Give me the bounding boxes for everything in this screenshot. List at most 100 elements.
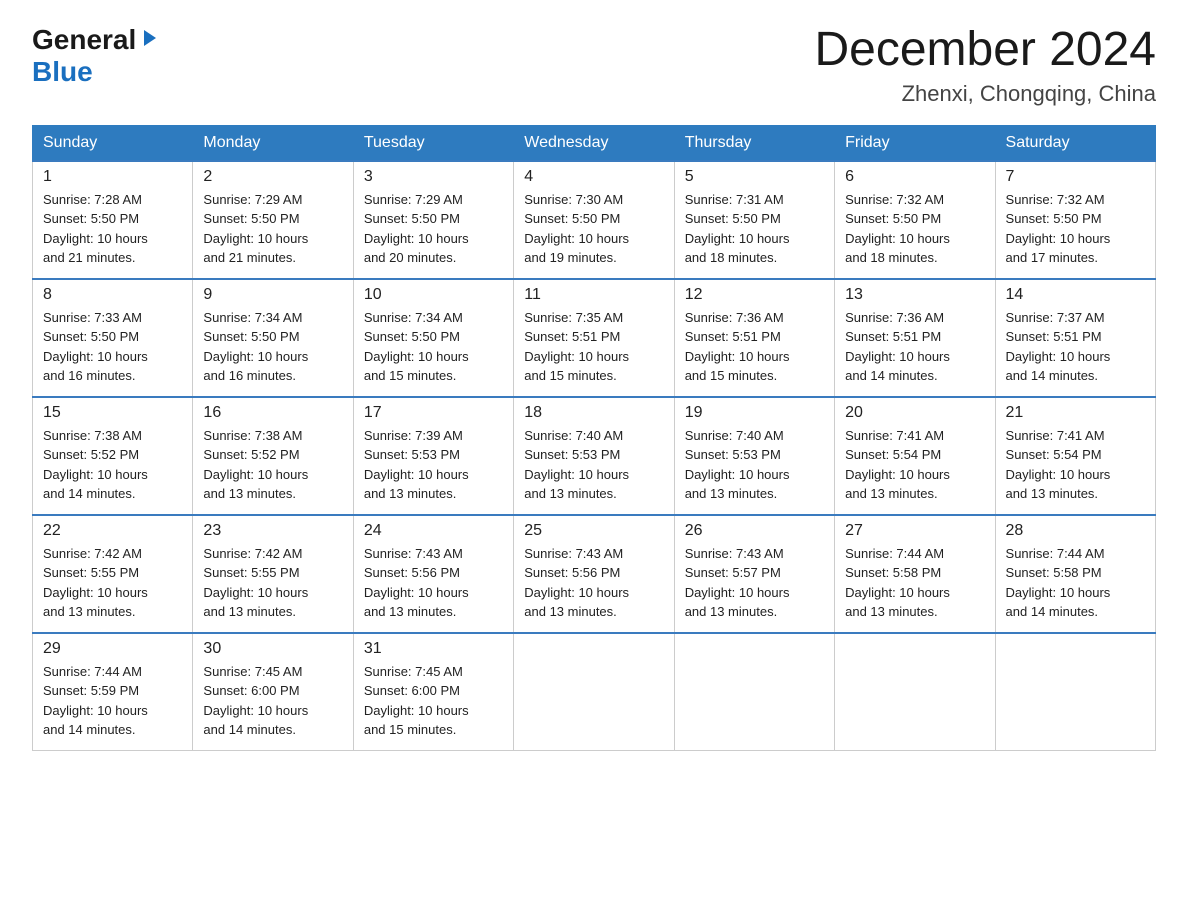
calendar-cell: 31 Sunrise: 7:45 AM Sunset: 6:00 PM Dayl…: [353, 633, 513, 751]
day-number: 31: [364, 640, 503, 658]
logo: General Blue: [32, 24, 160, 88]
calendar-cell: [674, 633, 834, 751]
day-number: 9: [203, 286, 342, 304]
day-number: 17: [364, 404, 503, 422]
day-number: 27: [845, 522, 984, 540]
day-info: Sunrise: 7:35 AM Sunset: 5:51 PM Dayligh…: [524, 308, 663, 386]
calendar-cell: 23 Sunrise: 7:42 AM Sunset: 5:55 PM Dayl…: [193, 515, 353, 633]
page-header: General Blue December 2024 Zhenxi, Chong…: [32, 24, 1156, 107]
day-info: Sunrise: 7:40 AM Sunset: 5:53 PM Dayligh…: [685, 426, 824, 504]
day-number: 23: [203, 522, 342, 540]
calendar-week-row: 29 Sunrise: 7:44 AM Sunset: 5:59 PM Dayl…: [33, 633, 1156, 751]
calendar-cell: 26 Sunrise: 7:43 AM Sunset: 5:57 PM Dayl…: [674, 515, 834, 633]
calendar-cell: 10 Sunrise: 7:34 AM Sunset: 5:50 PM Dayl…: [353, 279, 513, 397]
day-info: Sunrise: 7:32 AM Sunset: 5:50 PM Dayligh…: [845, 190, 984, 268]
calendar-cell: 15 Sunrise: 7:38 AM Sunset: 5:52 PM Dayl…: [33, 397, 193, 515]
day-number: 10: [364, 286, 503, 304]
calendar-week-row: 8 Sunrise: 7:33 AM Sunset: 5:50 PM Dayli…: [33, 279, 1156, 397]
calendar-cell: [995, 633, 1155, 751]
logo-general-text: General: [32, 24, 136, 56]
logo-blue-text: Blue: [32, 56, 93, 87]
day-of-week-tuesday: Tuesday: [353, 125, 513, 161]
day-info: Sunrise: 7:43 AM Sunset: 5:56 PM Dayligh…: [364, 544, 503, 622]
logo-arrow-icon: [140, 28, 160, 53]
day-info: Sunrise: 7:44 AM Sunset: 5:59 PM Dayligh…: [43, 662, 182, 740]
day-info: Sunrise: 7:44 AM Sunset: 5:58 PM Dayligh…: [1006, 544, 1145, 622]
day-number: 2: [203, 168, 342, 186]
day-of-week-thursday: Thursday: [674, 125, 834, 161]
day-of-week-friday: Friday: [835, 125, 995, 161]
calendar-week-row: 22 Sunrise: 7:42 AM Sunset: 5:55 PM Dayl…: [33, 515, 1156, 633]
calendar-cell: 27 Sunrise: 7:44 AM Sunset: 5:58 PM Dayl…: [835, 515, 995, 633]
day-info: Sunrise: 7:39 AM Sunset: 5:53 PM Dayligh…: [364, 426, 503, 504]
day-of-week-wednesday: Wednesday: [514, 125, 674, 161]
day-info: Sunrise: 7:43 AM Sunset: 5:57 PM Dayligh…: [685, 544, 824, 622]
calendar-cell: 13 Sunrise: 7:36 AM Sunset: 5:51 PM Dayl…: [835, 279, 995, 397]
day-info: Sunrise: 7:38 AM Sunset: 5:52 PM Dayligh…: [203, 426, 342, 504]
calendar-cell: 17 Sunrise: 7:39 AM Sunset: 5:53 PM Dayl…: [353, 397, 513, 515]
title-block: December 2024 Zhenxi, Chongqing, China: [814, 24, 1156, 107]
day-info: Sunrise: 7:43 AM Sunset: 5:56 PM Dayligh…: [524, 544, 663, 622]
calendar-cell: 30 Sunrise: 7:45 AM Sunset: 6:00 PM Dayl…: [193, 633, 353, 751]
day-info: Sunrise: 7:36 AM Sunset: 5:51 PM Dayligh…: [845, 308, 984, 386]
location: Zhenxi, Chongqing, China: [814, 81, 1156, 107]
day-number: 11: [524, 286, 663, 304]
calendar-cell: 11 Sunrise: 7:35 AM Sunset: 5:51 PM Dayl…: [514, 279, 674, 397]
day-of-week-sunday: Sunday: [33, 125, 193, 161]
day-info: Sunrise: 7:42 AM Sunset: 5:55 PM Dayligh…: [43, 544, 182, 622]
day-number: 28: [1006, 522, 1145, 540]
day-info: Sunrise: 7:34 AM Sunset: 5:50 PM Dayligh…: [364, 308, 503, 386]
day-info: Sunrise: 7:32 AM Sunset: 5:50 PM Dayligh…: [1006, 190, 1145, 268]
calendar-week-row: 15 Sunrise: 7:38 AM Sunset: 5:52 PM Dayl…: [33, 397, 1156, 515]
month-title: December 2024: [814, 24, 1156, 77]
calendar-cell: 28 Sunrise: 7:44 AM Sunset: 5:58 PM Dayl…: [995, 515, 1155, 633]
day-info: Sunrise: 7:31 AM Sunset: 5:50 PM Dayligh…: [685, 190, 824, 268]
day-number: 20: [845, 404, 984, 422]
calendar-cell: 19 Sunrise: 7:40 AM Sunset: 5:53 PM Dayl…: [674, 397, 834, 515]
calendar-week-row: 1 Sunrise: 7:28 AM Sunset: 5:50 PM Dayli…: [33, 161, 1156, 279]
calendar-cell: 24 Sunrise: 7:43 AM Sunset: 5:56 PM Dayl…: [353, 515, 513, 633]
day-info: Sunrise: 7:29 AM Sunset: 5:50 PM Dayligh…: [203, 190, 342, 268]
day-number: 22: [43, 522, 182, 540]
day-number: 13: [845, 286, 984, 304]
calendar-cell: 5 Sunrise: 7:31 AM Sunset: 5:50 PM Dayli…: [674, 161, 834, 279]
day-info: Sunrise: 7:40 AM Sunset: 5:53 PM Dayligh…: [524, 426, 663, 504]
day-number: 18: [524, 404, 663, 422]
day-number: 26: [685, 522, 824, 540]
day-info: Sunrise: 7:36 AM Sunset: 5:51 PM Dayligh…: [685, 308, 824, 386]
calendar-cell: 21 Sunrise: 7:41 AM Sunset: 5:54 PM Dayl…: [995, 397, 1155, 515]
day-number: 1: [43, 168, 182, 186]
day-info: Sunrise: 7:37 AM Sunset: 5:51 PM Dayligh…: [1006, 308, 1145, 386]
day-number: 5: [685, 168, 824, 186]
day-number: 6: [845, 168, 984, 186]
day-number: 25: [524, 522, 663, 540]
calendar-cell: 4 Sunrise: 7:30 AM Sunset: 5:50 PM Dayli…: [514, 161, 674, 279]
calendar-cell: 14 Sunrise: 7:37 AM Sunset: 5:51 PM Dayl…: [995, 279, 1155, 397]
day-number: 4: [524, 168, 663, 186]
day-number: 14: [1006, 286, 1145, 304]
calendar-cell: 16 Sunrise: 7:38 AM Sunset: 5:52 PM Dayl…: [193, 397, 353, 515]
day-info: Sunrise: 7:44 AM Sunset: 5:58 PM Dayligh…: [845, 544, 984, 622]
calendar-cell: 20 Sunrise: 7:41 AM Sunset: 5:54 PM Dayl…: [835, 397, 995, 515]
day-number: 15: [43, 404, 182, 422]
day-info: Sunrise: 7:45 AM Sunset: 6:00 PM Dayligh…: [203, 662, 342, 740]
day-number: 21: [1006, 404, 1145, 422]
day-number: 7: [1006, 168, 1145, 186]
day-number: 3: [364, 168, 503, 186]
day-of-week-saturday: Saturday: [995, 125, 1155, 161]
day-number: 16: [203, 404, 342, 422]
day-number: 8: [43, 286, 182, 304]
calendar-cell: 12 Sunrise: 7:36 AM Sunset: 5:51 PM Dayl…: [674, 279, 834, 397]
calendar-cell: 18 Sunrise: 7:40 AM Sunset: 5:53 PM Dayl…: [514, 397, 674, 515]
day-number: 24: [364, 522, 503, 540]
calendar-cell: 25 Sunrise: 7:43 AM Sunset: 5:56 PM Dayl…: [514, 515, 674, 633]
day-info: Sunrise: 7:33 AM Sunset: 5:50 PM Dayligh…: [43, 308, 182, 386]
day-info: Sunrise: 7:41 AM Sunset: 5:54 PM Dayligh…: [1006, 426, 1145, 504]
calendar-cell: 29 Sunrise: 7:44 AM Sunset: 5:59 PM Dayl…: [33, 633, 193, 751]
day-info: Sunrise: 7:34 AM Sunset: 5:50 PM Dayligh…: [203, 308, 342, 386]
calendar-header-row: SundayMondayTuesdayWednesdayThursdayFrid…: [33, 125, 1156, 161]
day-number: 29: [43, 640, 182, 658]
calendar-cell: 8 Sunrise: 7:33 AM Sunset: 5:50 PM Dayli…: [33, 279, 193, 397]
calendar-cell: 9 Sunrise: 7:34 AM Sunset: 5:50 PM Dayli…: [193, 279, 353, 397]
day-info: Sunrise: 7:42 AM Sunset: 5:55 PM Dayligh…: [203, 544, 342, 622]
